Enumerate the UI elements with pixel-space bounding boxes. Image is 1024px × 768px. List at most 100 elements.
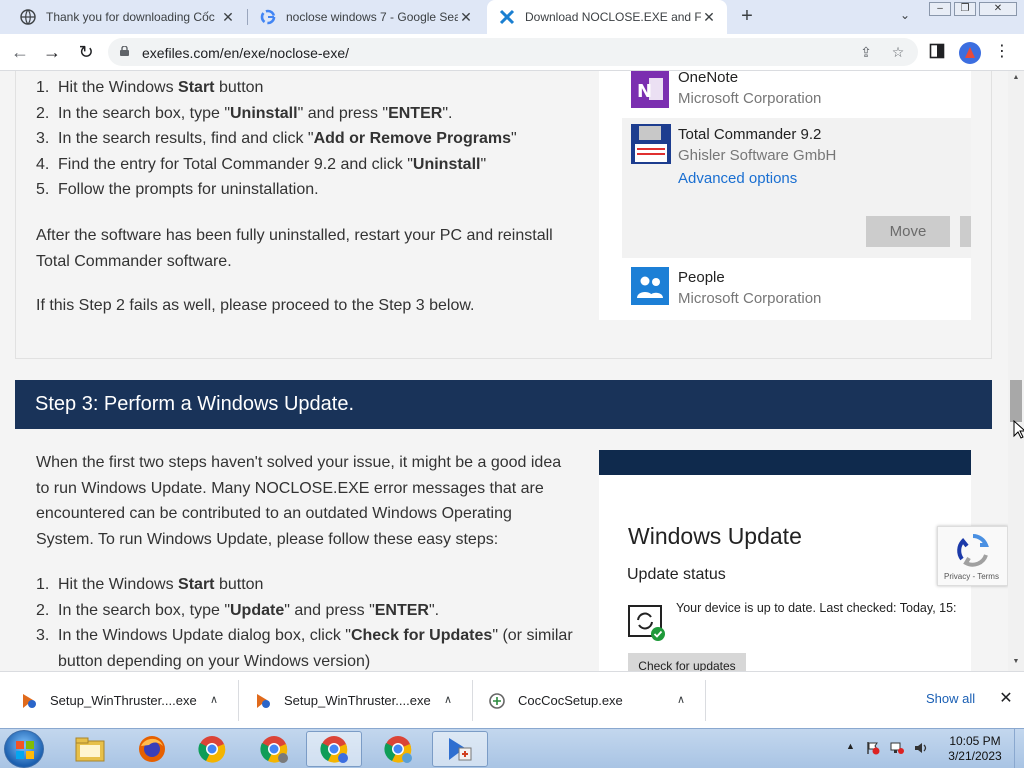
chrome-icon — [260, 736, 288, 763]
chrome-profile-taskbar-icon[interactable] — [246, 731, 302, 767]
download-file-name: CocCocSetup.exe — [518, 693, 623, 708]
scroll-up-arrow-icon[interactable]: ▲ — [1008, 71, 1024, 85]
network-icon[interactable] — [890, 741, 904, 755]
chrome-icon — [384, 736, 412, 763]
tab-title: noclose windows 7 - Google Sea — [286, 10, 458, 24]
tab-thank-you[interactable]: Thank you for downloading Cốc ✕ — [8, 0, 246, 34]
download-item-winthruster-2[interactable]: Setup_WinThruster....exe — [254, 672, 431, 729]
folder-icon — [75, 737, 105, 762]
advanced-options-link[interactable]: Advanced options — [678, 170, 797, 187]
recaptcha-privacy-terms[interactable]: Privacy - Terms — [944, 572, 999, 581]
tab-google-search[interactable]: noclose windows 7 - Google Sea ✕ — [248, 0, 484, 34]
star-bookmark-icon[interactable]: ☆ — [889, 43, 907, 61]
windows-start-button[interactable] — [4, 730, 44, 768]
recaptcha-badge[interactable]: Privacy - Terms — [937, 526, 1008, 586]
list-item: 3. In the search results, find and click … — [36, 130, 517, 147]
profile-avatar[interactable] — [959, 42, 981, 64]
browser-toolbar: ← → ↻ exefiles.com/en/exe/noclose-exe/ ⇪… — [0, 34, 1024, 71]
chrome-active-taskbar-icon[interactable] — [306, 731, 362, 767]
download-file-name: Setup_WinThruster....exe — [284, 693, 431, 708]
list-item: 2. In the search box, type "Uninstall" an… — [36, 104, 453, 122]
tab-strip: Thank you for downloading Cốc ✕ noclose … — [0, 0, 1024, 34]
close-window-button[interactable]: ✕ — [979, 2, 1017, 16]
list-item: 2. In the search box, type "Update" and p… — [36, 601, 440, 619]
close-tab-icon[interactable]: ✕ — [458, 9, 474, 25]
app-publisher: Microsoft Corporation — [678, 90, 822, 107]
list-item: 1. Hit the Windows Start button — [36, 79, 264, 96]
list-item: 4. Find the entry for Total Commander 9.2… — [36, 155, 487, 173]
close-tab-icon[interactable]: ✕ — [701, 9, 717, 25]
firefox-taskbar-icon[interactable] — [124, 731, 180, 767]
forward-arrow-icon[interactable]: → — [40, 40, 64, 64]
app-row-onenote: N OneNote Microsoft Corporation — [599, 71, 971, 117]
clock-date: 3/21/2023 — [948, 749, 1002, 763]
chevron-up-icon[interactable]: ∧ — [440, 692, 456, 708]
chrome-taskbar-icon[interactable] — [184, 731, 240, 767]
windows-update-screenshot: Windows Update Update status Your device… — [599, 450, 971, 671]
scroll-down-arrow-icon[interactable]: ▼ — [1008, 655, 1024, 669]
download-file-name: Setup_WinThruster....exe — [50, 693, 197, 708]
floppy-disk-icon — [631, 124, 671, 164]
chrome-icon — [320, 736, 348, 763]
file-explorer-taskbar-icon[interactable] — [62, 731, 118, 767]
chevron-up-icon[interactable]: ∧ — [673, 692, 689, 708]
volume-icon[interactable] — [914, 741, 928, 755]
share-icon[interactable]: ⇪ — [857, 43, 875, 61]
windows-taskbar: ▲ 10:05 PM 3/21/2023 — [0, 728, 1024, 768]
chevron-down-icon[interactable]: ⌄ — [896, 8, 914, 26]
list-item: 5. Follow the prompts for uninstallation. — [36, 181, 319, 198]
system-clock[interactable]: 10:05 PM 3/21/2023 — [940, 734, 1010, 764]
side-panel-icon[interactable] — [928, 43, 946, 61]
setup-wizard-icon — [449, 738, 472, 761]
step3-intro: When the first two steps haven't solved … — [36, 454, 562, 548]
update-status-message: Your device is up to date. Last checked:… — [676, 601, 957, 615]
divider — [238, 680, 239, 721]
action-center-flag-icon[interactable] — [866, 741, 880, 755]
uninstall-button-partial[interactable] — [960, 216, 971, 247]
scrollbar-thumb[interactable] — [1010, 380, 1022, 422]
step3-instructions: 1. Hit the Windows Start button 2. In the … — [36, 572, 576, 671]
app-publisher: Microsoft Corporation — [678, 290, 822, 307]
recaptcha-icon — [957, 534, 989, 567]
close-download-bar-icon[interactable]: ✕ — [997, 690, 1015, 708]
exefiles-icon — [499, 9, 515, 25]
show-all-downloads-link[interactable]: Show all — [926, 691, 975, 706]
menu-dots-icon[interactable]: ⋮ — [993, 43, 1011, 61]
check-for-updates-button[interactable]: Check for updates — [628, 653, 746, 671]
after-uninstall-text: After the software has been fully uninst… — [36, 227, 553, 270]
chrome-icon — [198, 736, 226, 763]
svg-text:N: N — [637, 81, 652, 102]
step3-heading: Step 3: Perform a Windows Update. — [15, 380, 992, 429]
list-item: 3. In the Windows Update dialog box, clic… — [36, 627, 573, 670]
app-name: Total Commander 9.2 — [678, 126, 822, 143]
divider — [705, 680, 706, 721]
download-bar: Setup_WinThruster....exe ∧ Setup_WinThru… — [0, 671, 1024, 728]
chrome-other-taskbar-icon[interactable] — [370, 731, 426, 767]
close-tab-icon[interactable]: ✕ — [220, 9, 236, 25]
tab-download-noclose[interactable]: Download NOCLOSE.EXE and Fix ✕ — [487, 0, 727, 34]
tray-expand-arrow-icon[interactable]: ▲ — [846, 741, 855, 751]
app-publisher: Ghisler Software GmbH — [678, 147, 837, 164]
setup-file-icon — [23, 693, 36, 708]
list-item: 1. Hit the Windows Start button — [36, 576, 264, 593]
reload-icon[interactable]: ↻ — [74, 40, 98, 64]
step2-fail-text: If this Step 2 fails as well, please pro… — [36, 297, 475, 314]
page-scrollbar[interactable]: ▲ ▼ — [1008, 71, 1024, 671]
minimize-window-button[interactable]: – — [929, 2, 951, 16]
address-bar[interactable]: exefiles.com/en/exe/noclose-exe/ ⇪ ☆ — [108, 38, 918, 66]
show-desktop-button[interactable] — [1014, 729, 1024, 768]
windows-update-title-bar — [599, 450, 971, 475]
people-icon — [631, 267, 669, 305]
tab-title: Download NOCLOSE.EXE and Fix — [525, 10, 701, 24]
move-button[interactable]: Move — [866, 216, 950, 247]
new-tab-plus-icon[interactable]: + — [736, 6, 758, 28]
globe-icon — [20, 9, 36, 25]
download-item-winthruster-1[interactable]: Setup_WinThruster....exe — [20, 672, 197, 729]
onenote-icon: N — [631, 71, 669, 108]
chevron-up-icon[interactable]: ∧ — [206, 692, 222, 708]
restore-window-button[interactable]: ❐ — [954, 2, 976, 16]
back-arrow-icon[interactable]: ← — [8, 40, 32, 64]
download-item-coccoc[interactable]: CocCocSetup.exe — [488, 672, 623, 729]
setup-wizard-taskbar-icon[interactable] — [432, 731, 488, 767]
update-status-heading: Update status — [627, 566, 726, 583]
